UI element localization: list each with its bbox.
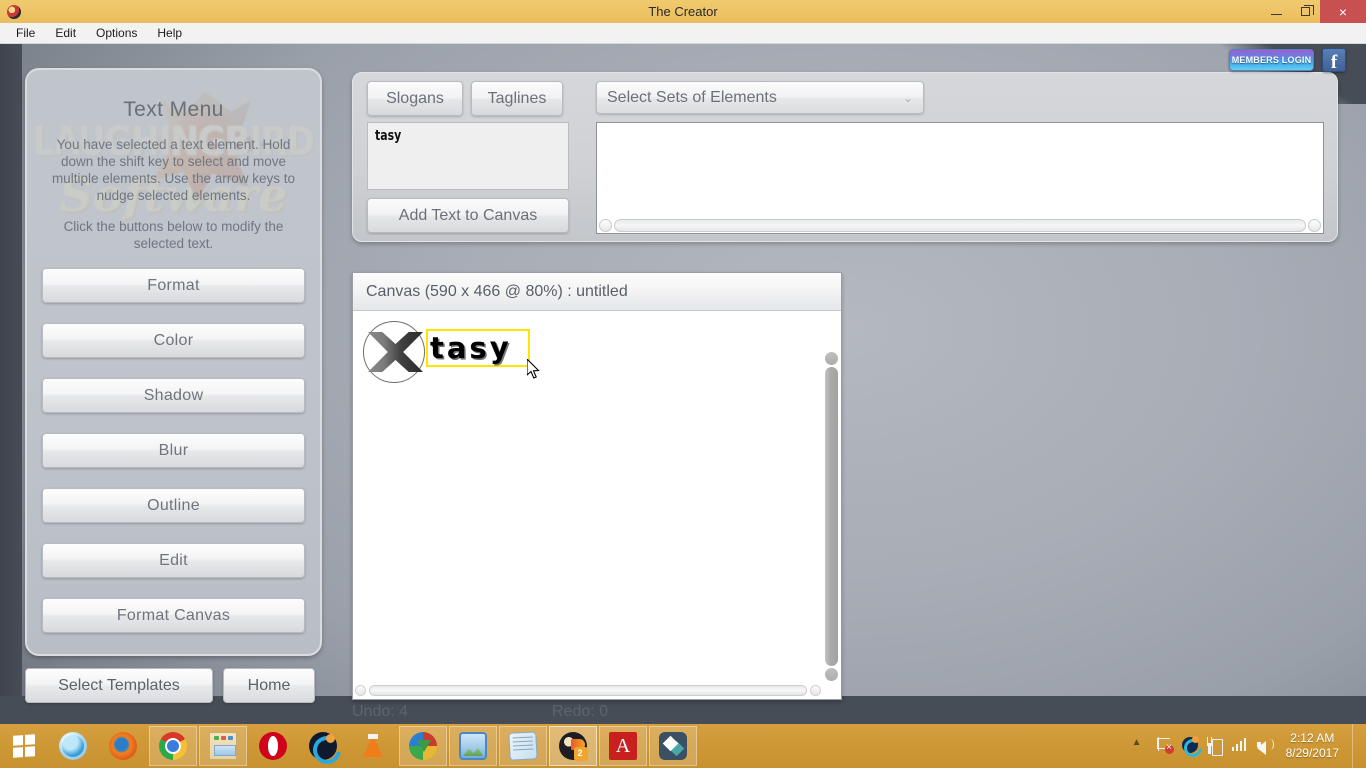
- taglines-button[interactable]: Taglines: [471, 81, 563, 116]
- window-title: The Creator: [648, 4, 718, 19]
- undo-count: Undo: 4: [352, 703, 409, 720]
- clock-time: 2:12 AM: [1290, 731, 1335, 745]
- chevron-down-icon: ⌄: [902, 90, 913, 105]
- update-circle-icon[interactable]: [1181, 736, 1200, 755]
- screen: The Creator × File Edit Options Help MEM…: [0, 0, 1366, 768]
- scroll-track[interactable]: [614, 218, 1306, 232]
- canvas-panel: Canvas (590 x 466 @ 80%) : untitled tasy: [352, 272, 842, 700]
- scroll-thumb[interactable]: [824, 367, 838, 666]
- windows-start-icon[interactable]: [0, 724, 48, 768]
- format-button[interactable]: Format: [42, 268, 305, 303]
- taskbar-vlc-media-player[interactable]: [349, 726, 397, 766]
- minimize-button[interactable]: [1262, 0, 1291, 23]
- header-actions: MEMBERS LOGIN f: [1229, 48, 1346, 72]
- redo-count: Redo: 0: [552, 703, 609, 720]
- canvas-text: tasy: [430, 331, 512, 365]
- blur-button[interactable]: Blur: [42, 433, 305, 468]
- text-menu-title: Text Menu: [123, 98, 224, 121]
- elements-horizontal-scrollbar[interactable]: [597, 217, 1323, 233]
- facebook-icon[interactable]: f: [1322, 48, 1346, 72]
- menu-item-help[interactable]: Help: [147, 24, 192, 42]
- text-menu-buttons: Format Color Shadow Blur Outline Edit Fo…: [42, 268, 305, 633]
- scroll-track[interactable]: [369, 684, 807, 696]
- slogans-button[interactable]: Slogans: [367, 81, 463, 116]
- scroll-down-button[interactable]: [824, 668, 838, 681]
- taskbar-photo-viewer[interactable]: [449, 726, 497, 766]
- text-menu-description-2: Click the buttons below to modify the se…: [63, 219, 284, 251]
- outline-button[interactable]: Outline: [42, 488, 305, 523]
- show-desktop-button[interactable]: [1352, 724, 1360, 768]
- canvas-title: Canvas (590 x 466 @ 80%) : untitled: [353, 273, 841, 311]
- undo-redo-status: Undo: 4 Redo: 0: [352, 703, 842, 721]
- edit-button[interactable]: Edit: [42, 543, 305, 578]
- scroll-right-button[interactable]: [810, 684, 821, 696]
- format-canvas-button[interactable]: Format Canvas: [42, 598, 305, 633]
- taskbar-notepad[interactable]: [499, 726, 547, 766]
- add-text-to-canvas-button[interactable]: Add Text to Canvas: [367, 198, 569, 233]
- taskbar-file-explorer[interactable]: [199, 726, 247, 766]
- taskbar-internet-explorer[interactable]: [49, 726, 97, 766]
- taskbar-diamond-app[interactable]: [649, 726, 697, 766]
- menu-item-edit[interactable]: Edit: [45, 24, 86, 42]
- text-menu-panel: LAUGHINGBIRD Software Text Menu You have…: [25, 68, 322, 656]
- window-left-edge: [0, 44, 22, 724]
- select-sets-of-elements-dropdown[interactable]: Select Sets of Elements ⌄: [596, 81, 924, 114]
- shadow-button[interactable]: Shadow: [42, 378, 305, 413]
- taskbar-apps: 2 A: [48, 724, 698, 768]
- taskbar-google-chrome[interactable]: [149, 726, 197, 766]
- bottom-buttons: Select Templates Home: [25, 668, 325, 703]
- selected-text-element[interactable]: tasy: [426, 329, 530, 367]
- members-login-button[interactable]: MEMBERS LOGIN: [1229, 49, 1314, 71]
- select-sets-label: Select Sets of Elements: [607, 88, 777, 106]
- action-center-flag-icon[interactable]: [1156, 737, 1175, 755]
- scroll-up-button[interactable]: [824, 352, 838, 365]
- color-button[interactable]: Color: [42, 323, 305, 358]
- select-templates-button[interactable]: Select Templates: [25, 668, 213, 703]
- taskbar-the-creator[interactable]: 2: [549, 726, 597, 766]
- taskbar-firefox[interactable]: [99, 726, 147, 766]
- tool-panel: Slogans Taglines tasy Add Text to Canvas…: [352, 72, 1338, 242]
- x-circle-logo[interactable]: [361, 319, 429, 387]
- menu-bar: File Edit Options Help: [0, 23, 1366, 44]
- canvas-area[interactable]: tasy: [353, 311, 841, 699]
- taskbar-badge: 2: [577, 748, 583, 758]
- close-button[interactable]: ×: [1320, 0, 1366, 23]
- system-tray: ▲ 2:12 AM 8/29/2017: [1132, 724, 1366, 768]
- scroll-left-button[interactable]: [599, 218, 612, 232]
- menu-item-file[interactable]: File: [6, 24, 45, 42]
- maximize-button[interactable]: [1291, 0, 1320, 23]
- show-hidden-icons-button[interactable]: ▲: [1132, 737, 1150, 755]
- taskbar: 2 A ▲ 2:12 AM 8/29/2017: [0, 724, 1366, 768]
- volume-speaker-icon[interactable]: [1256, 737, 1275, 755]
- clock[interactable]: 2:12 AM 8/29/2017: [1286, 731, 1339, 761]
- mouse-cursor-icon: [527, 359, 540, 379]
- taskbar-internet-download-manager[interactable]: [399, 726, 447, 766]
- usb-battery-icon[interactable]: [1206, 737, 1225, 756]
- title-bar: The Creator ×: [0, 0, 1366, 23]
- taskbar-c-browser[interactable]: [299, 726, 347, 766]
- scroll-left-button[interactable]: [355, 684, 366, 696]
- clock-date: 8/29/2017: [1285, 746, 1339, 760]
- slogan-list[interactable]: tasy: [367, 122, 569, 190]
- home-button[interactable]: Home: [223, 668, 315, 703]
- taskbar-adobe-acrobat[interactable]: A: [599, 726, 647, 766]
- scroll-right-button[interactable]: [1308, 218, 1321, 232]
- text-menu-description: You have selected a text element. Hold d…: [51, 137, 296, 203]
- list-item[interactable]: tasy: [375, 128, 520, 144]
- menu-item-options[interactable]: Options: [86, 24, 147, 42]
- taskbar-opera[interactable]: [249, 726, 297, 766]
- network-signal-icon[interactable]: [1231, 737, 1250, 755]
- canvas-horizontal-scrollbar[interactable]: [355, 683, 821, 697]
- window-controls: ×: [1262, 0, 1366, 23]
- canvas-vertical-scrollbar[interactable]: [823, 352, 839, 681]
- elements-preview-area[interactable]: [596, 122, 1324, 234]
